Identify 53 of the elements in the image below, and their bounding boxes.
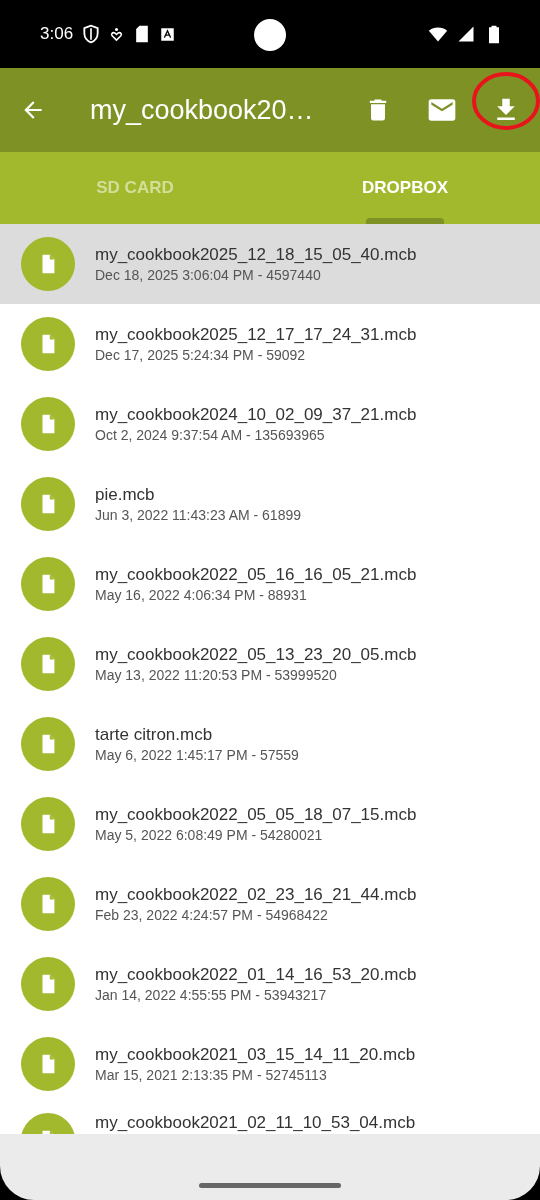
file-name: tarte citron.mcb	[95, 725, 214, 745]
file-name: my_cookbook2024_10_02_09_37_21.mcb	[95, 405, 417, 425]
file-row[interactable]: tarte citron.mcb May 6, 2022 1:45:17 PM - 57559	[0, 704, 540, 784]
file-row[interactable]: my_cookbook2024_10_02_09_37_21.mcb Oct 2, 2024 9:37:54 AM - 135693965	[0, 384, 540, 464]
file-row[interactable]: my_cookbook2022_01_14_16_53_20.mcb Jan 14, 2022 4:55:55 PM - 53943217	[0, 944, 540, 1024]
file-row[interactable]: pie.mcb Jun 3, 2022 11:43:23 AM - 61899	[0, 464, 540, 544]
file-details: May 6, 2022 1:45:17 PM - 57559	[95, 747, 299, 763]
file-avatar-icon	[21, 877, 75, 931]
file-row[interactable]: my_cookbook2022_05_13_23_20_05.mcb May 13, 2022 11:20:53 PM - 53999520	[0, 624, 540, 704]
file-avatar-icon	[21, 1037, 75, 1091]
file-name: my_cookbook2025_12_18_15_05_40.mcb	[95, 245, 417, 265]
file-name: my_cookbook2022_05_13_23_20_05.mcb	[95, 645, 417, 665]
file-name: my_cookbook2021_03_15_14_11_20.mcb	[95, 1045, 416, 1065]
file-avatar-icon	[21, 797, 75, 851]
file-name: my_cookbook2021_02_11_10_53_04.mcb	[95, 1113, 416, 1133]
signal-icon	[456, 24, 476, 44]
file-row[interactable]: my_cookbook2025_12_18_15_05_40.mcb Dec 18, 2025 3:06:04 PM - 4597440	[0, 224, 540, 304]
file-avatar-icon	[21, 717, 75, 771]
file-row[interactable]: my_cookbook2022_05_16_16_05_21.mcb May 16, 2022 4:06:34 PM - 88931	[0, 544, 540, 624]
heart-icon	[109, 26, 125, 42]
file-details: Mar 15, 2021 2:13:35 PM - 52745113	[95, 1067, 328, 1083]
file-name: my_cookbook2025_12_17_17_24_31.mcb	[95, 325, 417, 345]
file-row[interactable]: my_cookbook2022_02_23_16_21_44.mcb Feb 23, 2022 4:24:57 PM - 54968422	[0, 864, 540, 944]
camera-hole	[254, 19, 286, 51]
file-avatar-icon	[21, 237, 75, 291]
file-avatar-icon	[21, 317, 75, 371]
file-name: my_cookbook2022_05_05_18_07_15.mcb	[95, 805, 417, 825]
file-details: Feb 23, 2022 4:24:57 PM - 54968422	[95, 907, 329, 923]
file-avatar-icon	[21, 557, 75, 611]
screen-title: my_cookbook20…	[90, 94, 315, 126]
file-details: May 16, 2022 4:06:34 PM - 88931	[95, 587, 308, 603]
file-details: Oct 2, 2024 9:37:54 AM - 135693965	[95, 427, 326, 443]
file-details: Dec 18, 2025 3:06:04 PM - 4597440	[95, 267, 322, 283]
file-name: my_cookbook2022_05_16_16_05_21.mcb	[95, 565, 417, 585]
file-details: Jan 14, 2022 4:55:55 PM - 53943217	[95, 987, 328, 1003]
file-name: pie.mcb	[95, 485, 156, 505]
file-name: my_cookbook2022_02_23_16_21_44.mcb	[95, 885, 417, 905]
file-avatar-icon	[21, 637, 75, 691]
file-row[interactable]: my_cookbook2025_12_17_17_24_31.mcb Dec 17, 2025 5:24:34 PM - 59092	[0, 304, 540, 384]
home-handle[interactable]	[199, 1183, 341, 1188]
file-details: May 5, 2022 6:08:49 PM - 54280021	[95, 827, 324, 843]
file-row[interactable]: my_cookbook2022_05_05_18_07_15.mcb May 5, 2022 6:08:49 PM - 54280021	[0, 784, 540, 864]
file-details: May 13, 2022 11:20:53 PM - 53999520	[95, 667, 338, 683]
font-icon	[160, 26, 176, 42]
shield-icon	[81, 24, 102, 44]
file-details: Jun 3, 2022 11:43:23 AM - 61899	[95, 507, 301, 523]
file-avatar-icon	[21, 957, 75, 1011]
file-avatar-icon	[21, 477, 75, 531]
file-row[interactable]: my_cookbook2021_03_15_14_11_20.mcb Mar 15, 2021 2:13:35 PM - 52745113	[0, 1024, 540, 1104]
file-name: my_cookbook2022_01_14_16_53_20.mcb	[95, 965, 417, 985]
status-time: 3:06	[40, 24, 74, 44]
file-avatar-icon	[21, 397, 75, 451]
file-details: Dec 17, 2025 5:24:34 PM - 59092	[95, 347, 307, 363]
